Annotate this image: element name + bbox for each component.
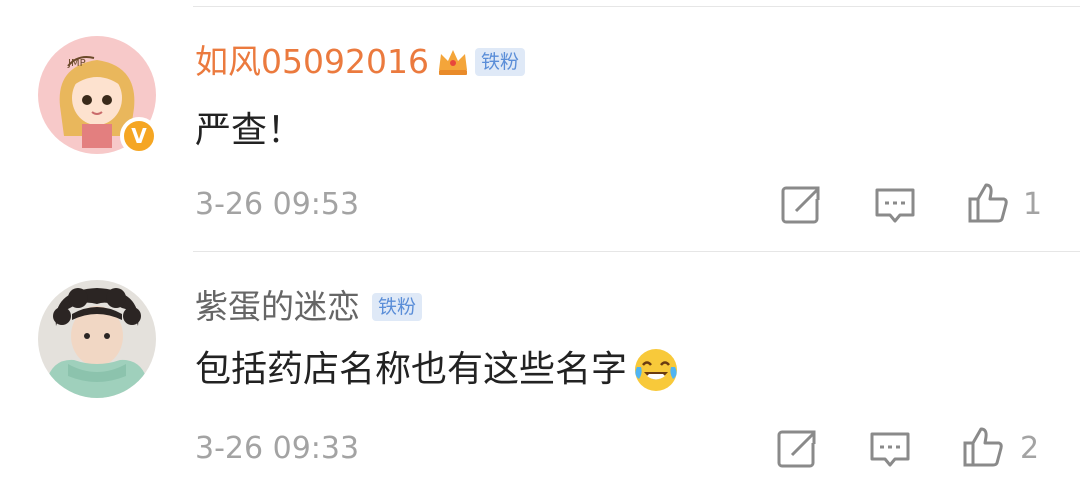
timestamp: 3-26 09:53 (195, 187, 360, 222)
laugh-cry-emoji-icon (635, 349, 678, 391)
username[interactable]: 如风05092016 (195, 37, 429, 87)
like-icon[interactable] (961, 425, 1005, 469)
username[interactable]: 紫蛋的迷恋 (195, 282, 360, 332)
comment-text: 包括药店名称也有这些名字 (195, 345, 679, 395)
repost-icon[interactable] (774, 427, 818, 471)
fan-badge: 铁粉 (474, 48, 525, 76)
comment-content: 包括药店名称也有这些名字 (195, 349, 628, 390)
like-icon[interactable] (966, 181, 1010, 225)
name-row: 紫蛋的迷恋 铁粉 (195, 282, 423, 332)
comment-item: 紫蛋的迷恋 铁粉 包括药店名称也有这些名字 3-26 09:33 2 (0, 252, 1080, 492)
svg-text:JMP: JMP (67, 58, 86, 69)
comment-item: JMP V 如风05092016 铁粉 严查！ 3-26 09:53 1 (0, 0, 1080, 240)
comment-text: 严查！ (195, 106, 303, 156)
timestamp: 3-26 09:33 (195, 431, 360, 466)
comment-content: 严查！ (195, 110, 304, 151)
comment-icon[interactable] (873, 183, 917, 227)
fan-badge: 铁粉 (372, 293, 423, 321)
like-count: 1 (1023, 187, 1043, 222)
avatar[interactable] (38, 280, 156, 398)
like-count: 2 (1020, 431, 1040, 466)
repost-icon[interactable] (778, 183, 822, 227)
person-photo-avatar-icon (38, 280, 156, 398)
verified-badge: V (120, 117, 158, 155)
crown-icon (438, 50, 467, 75)
name-row: 如风05092016 铁粉 (195, 37, 525, 87)
comment-icon[interactable] (868, 427, 912, 471)
